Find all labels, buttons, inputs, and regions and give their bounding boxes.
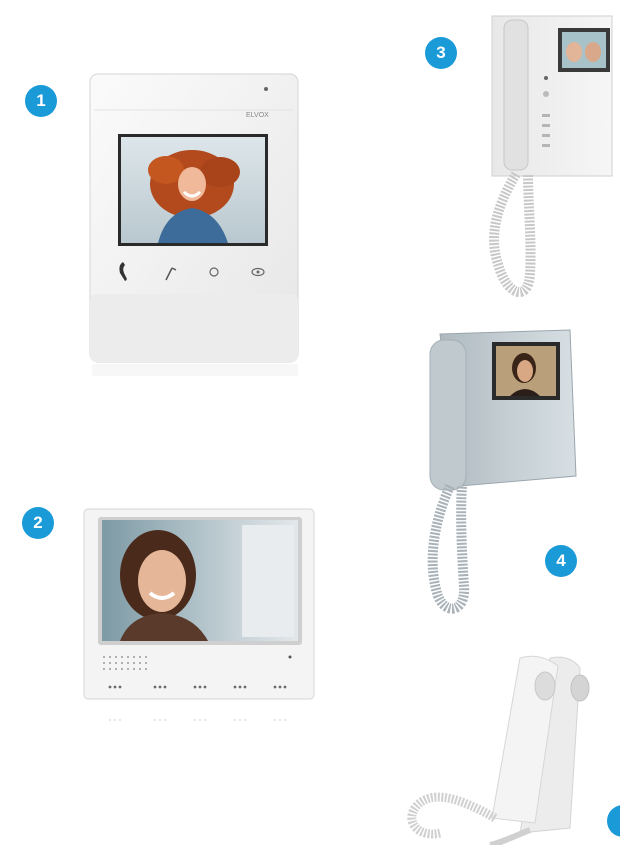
product-1-video-monitor: ELVOX bbox=[88, 72, 303, 382]
button-group-3[interactable] bbox=[193, 685, 207, 689]
product-number-badge-3: 3 bbox=[425, 37, 457, 69]
button-group-5[interactable] bbox=[273, 685, 287, 689]
button-group-4[interactable] bbox=[233, 685, 247, 689]
button-group-2[interactable] bbox=[153, 685, 167, 689]
product-4-handset-video-phone bbox=[420, 326, 580, 616]
product-3-handset-video-phone bbox=[488, 14, 616, 314]
product-number-badge-2: 2 bbox=[22, 507, 54, 539]
product-2-video-monitor bbox=[80, 505, 325, 755]
button-group-1[interactable] bbox=[108, 685, 122, 689]
product-number-badge-1: 1 bbox=[25, 85, 57, 117]
product-5-audio-handsets bbox=[400, 648, 620, 845]
brand-label: ELVOX bbox=[246, 112, 269, 119]
